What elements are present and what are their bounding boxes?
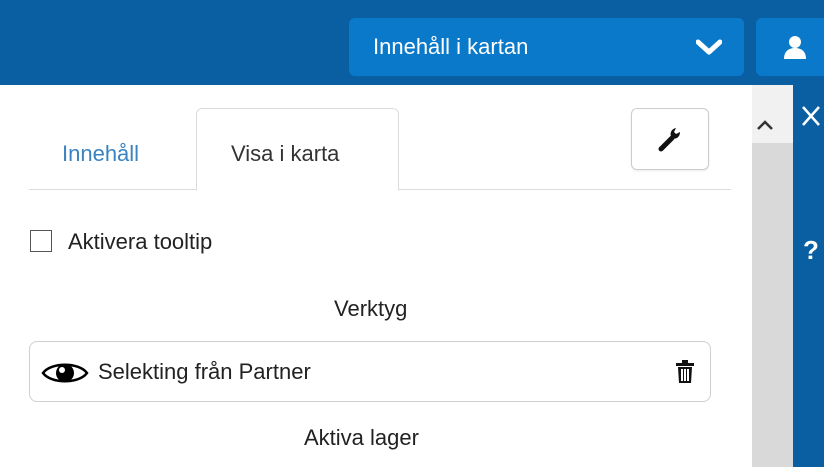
chevron-down-icon	[696, 39, 722, 55]
tooltip-checkbox-label[interactable]: Aktivera tooltip	[68, 229, 212, 255]
tab-innehall[interactable]: Innehåll	[62, 141, 139, 167]
panel-scrollbar[interactable]	[752, 85, 793, 467]
layer-list-item: Selekting från Partner	[29, 341, 711, 402]
trash-icon[interactable]	[675, 360, 695, 384]
tools-button[interactable]	[631, 108, 709, 170]
active-layers-section-title: Aktiva lager	[304, 425, 419, 450]
close-icon[interactable]	[801, 105, 821, 127]
chevron-up-icon	[757, 120, 773, 130]
help-icon[interactable]: ?	[803, 235, 819, 265]
tooltip-checkbox[interactable]	[30, 230, 52, 252]
layer-name: Selekting från Partner	[98, 359, 311, 384]
tab-visa-i-karta-label: Visa i karta	[231, 141, 340, 166]
tab-visa-i-karta[interactable]: Visa i karta	[196, 108, 399, 191]
user-menu-button[interactable]	[756, 18, 824, 76]
map-content-dropdown[interactable]: Innehåll i kartan	[349, 18, 744, 76]
wrench-icon	[658, 128, 680, 152]
tools-section-title: Verktyg	[334, 296, 408, 321]
map-content-dropdown-label: Innehåll i kartan	[373, 34, 529, 59]
top-header-bar: Innehåll i kartan	[0, 0, 824, 85]
side-strip: ?	[793, 85, 824, 467]
scroll-up-button[interactable]	[752, 85, 793, 143]
eye-icon[interactable]	[41, 359, 89, 387]
user-icon	[784, 36, 806, 59]
